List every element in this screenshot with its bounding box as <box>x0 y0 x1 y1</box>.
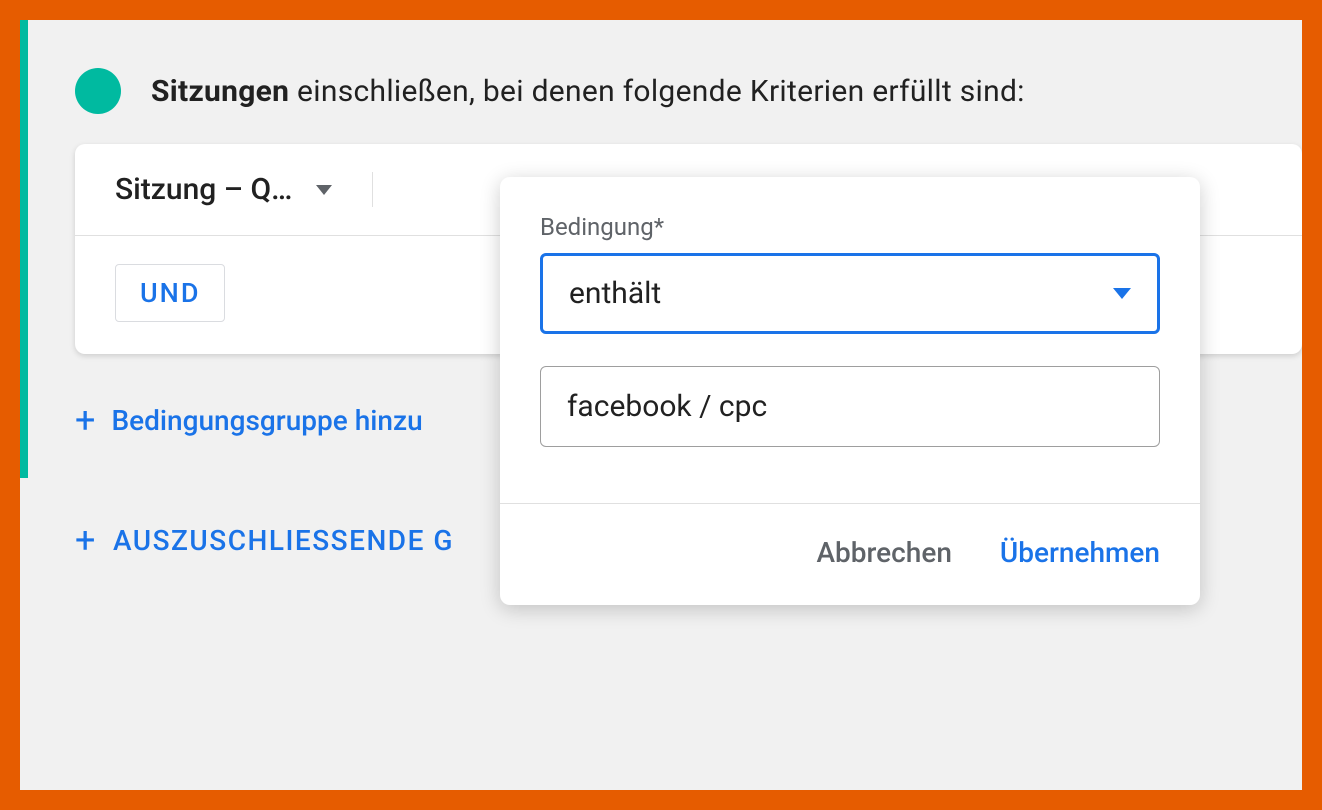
plus-icon: + <box>75 402 95 438</box>
dimension-dropdown[interactable]: Sitzung – Q… <box>115 172 373 207</box>
dimension-label: Sitzung – Q… <box>115 172 292 207</box>
segment-header: Sitzungen einschließen, bei denen folgen… <box>20 20 1302 144</box>
header-bold: Sitzungen <box>151 74 289 109</box>
and-button[interactable]: UND <box>115 264 225 322</box>
add-condition-group-label: Bedingungsgruppe hinzu <box>111 404 422 437</box>
segment-builder-panel: Sitzungen einschließen, bei denen folgen… <box>20 20 1302 790</box>
condition-operator-dropdown[interactable]: enthält <box>540 253 1160 334</box>
popover-footer: Abbrechen Übernehmen <box>500 503 1200 605</box>
condition-operator-value: enthält <box>569 276 661 311</box>
plus-icon: + <box>75 522 97 558</box>
chevron-down-icon <box>316 185 332 195</box>
popover-body: Bedingung* enthält <box>500 177 1200 503</box>
scope-indicator-icon <box>75 68 121 114</box>
condition-value-input[interactable] <box>540 366 1160 447</box>
condition-popover: Bedingung* enthält Abbrechen Übernehmen <box>500 177 1200 605</box>
add-exclude-group-label: AUSZUSCHLIESSENDE G <box>113 524 454 557</box>
chevron-down-icon <box>1113 288 1131 299</box>
cancel-button[interactable]: Abbrechen <box>816 536 951 569</box>
and-button-label: UND <box>140 277 200 309</box>
cancel-button-label: Abbrechen <box>816 536 951 569</box>
condition-field-label: Bedingung* <box>540 213 1160 241</box>
apply-button-label: Übernehmen <box>1000 536 1160 569</box>
header-rest: einschließen, bei denen folgende Kriteri… <box>289 74 1024 109</box>
segment-header-text: Sitzungen einschließen, bei denen folgen… <box>151 74 1025 109</box>
apply-button[interactable]: Übernehmen <box>1000 536 1160 569</box>
